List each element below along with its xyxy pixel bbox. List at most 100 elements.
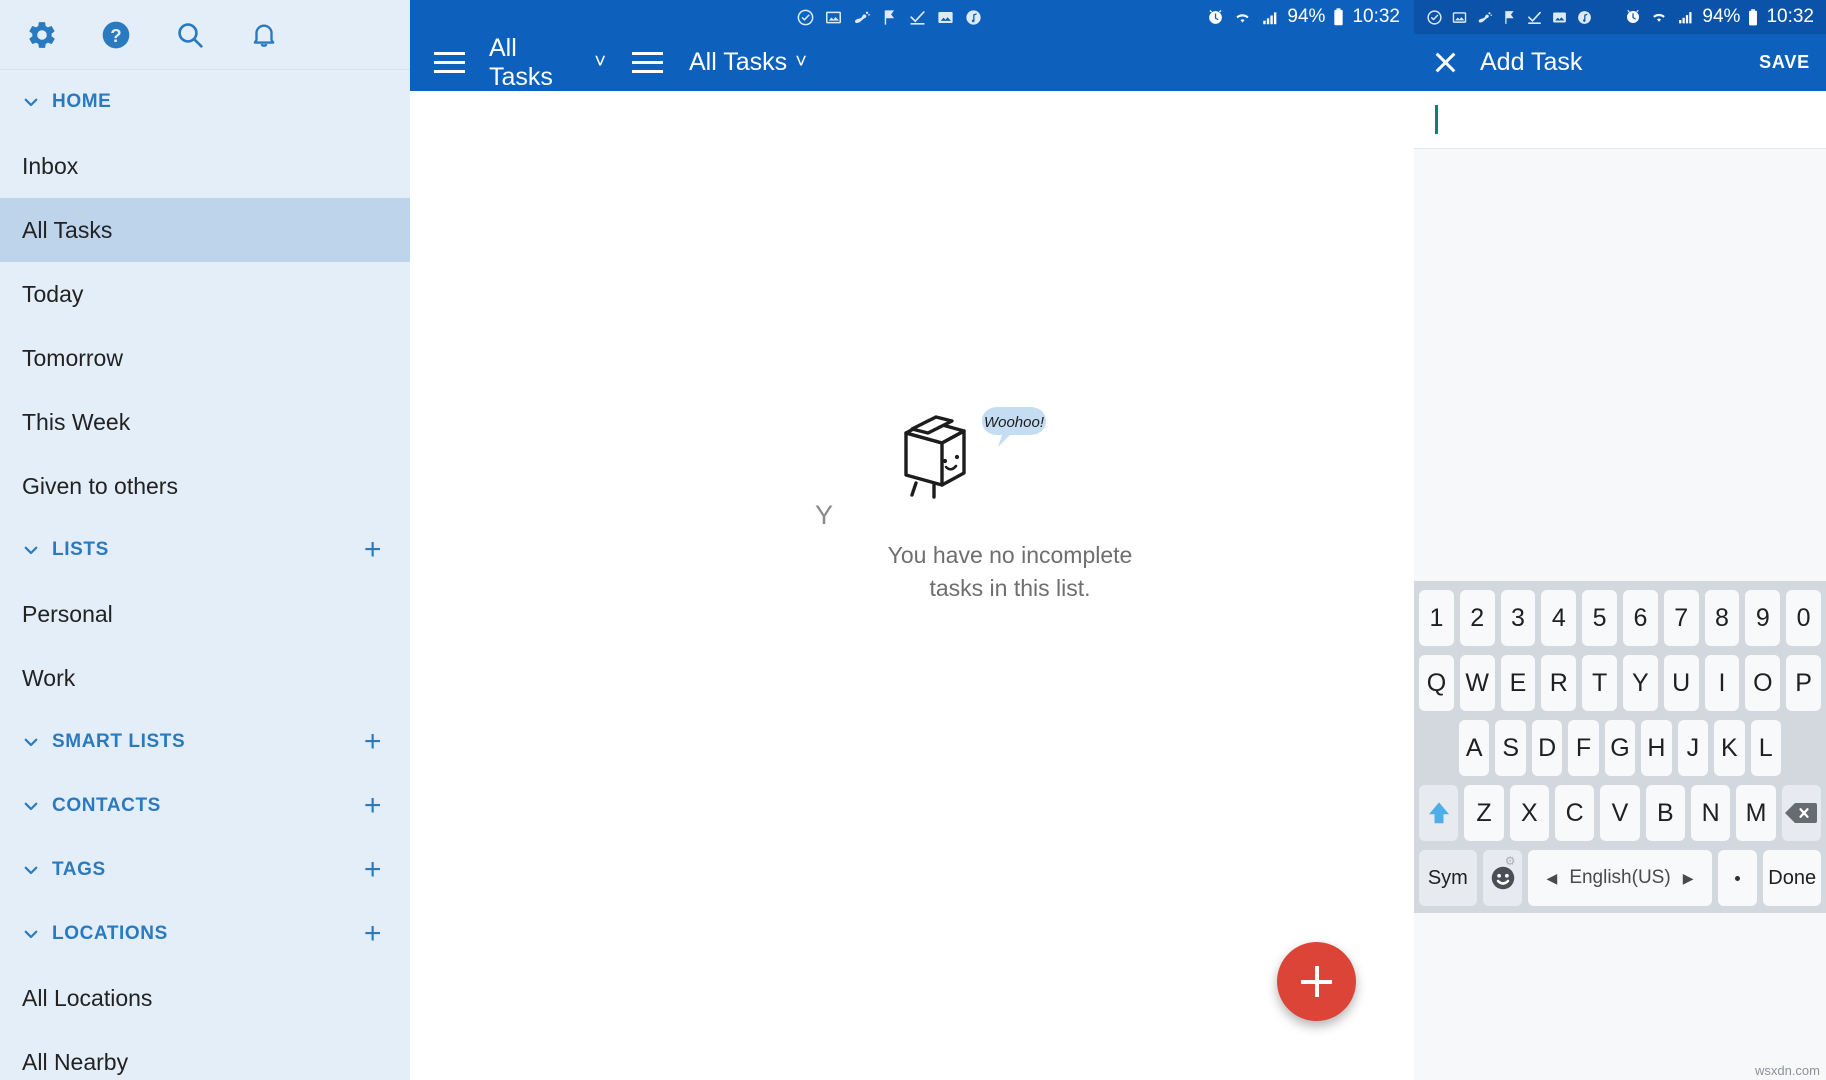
bell-icon[interactable]: [244, 15, 284, 55]
key-done[interactable]: Done: [1763, 850, 1821, 906]
help-icon[interactable]: ?: [96, 15, 136, 55]
key-f[interactable]: F: [1568, 720, 1599, 776]
save-button[interactable]: SAVE: [1759, 52, 1810, 73]
key-w[interactable]: W: [1459, 655, 1495, 711]
key-englishus[interactable]: ◀ English(US) ▶: [1528, 850, 1712, 906]
sidebar-item-label: Work: [22, 664, 76, 691]
sidebar-section-smart-lists[interactable]: SMART LISTS +: [0, 710, 410, 774]
key-sym[interactable]: Sym: [1419, 850, 1477, 906]
add-contacts-button[interactable]: +: [364, 791, 382, 821]
sidebar-item-given-to-others[interactable]: Given to others: [0, 454, 410, 518]
key-label: 9: [1755, 603, 1770, 632]
key-g[interactable]: G: [1604, 720, 1636, 776]
sidebar-item-today[interactable]: Today: [0, 262, 410, 326]
key-b[interactable]: B: [1645, 785, 1685, 841]
sidebar-item-personal[interactable]: Personal: [0, 582, 410, 646]
key-8[interactable]: 8: [1704, 590, 1740, 646]
key-p[interactable]: P: [1786, 655, 1821, 711]
key-m[interactable]: M: [1736, 785, 1776, 841]
key-4[interactable]: 4: [1541, 590, 1577, 646]
key-l[interactable]: L: [1750, 720, 1781, 776]
sidebar-item-all-tasks[interactable]: All Tasks: [0, 198, 410, 262]
chevron-down-icon: [22, 541, 40, 559]
key-q[interactable]: Q: [1419, 655, 1454, 711]
key-label: X: [1520, 798, 1538, 827]
statusbar-system-area: 94% 10:32: [1206, 6, 1400, 28]
key-label: 7: [1674, 603, 1689, 632]
chevron-down-icon: [22, 861, 40, 879]
key-y[interactable]: Y: [1623, 655, 1658, 711]
key-label: Z: [1476, 798, 1492, 827]
key-x[interactable]: X: [1509, 785, 1549, 841]
navigation-sidebar: ? HOME Inbox All Tasks Today Tomorrow This We…: [0, 0, 410, 1080]
key-label: Q: [1426, 668, 1447, 697]
add-lists-button[interactable]: +: [364, 535, 382, 565]
key-k[interactable]: K: [1714, 720, 1745, 776]
key-v[interactable]: V: [1600, 785, 1640, 841]
key-t[interactable]: T: [1582, 655, 1617, 711]
flag-check-icon: [884, 9, 895, 25]
task-name-input[interactable]: [1414, 91, 1826, 149]
sidebar-section-locations[interactable]: LOCATIONS +: [0, 902, 410, 966]
key-o[interactable]: O: [1745, 655, 1781, 711]
sidebar-item-all-nearby[interactable]: All Nearby: [0, 1030, 410, 1080]
sidebar-section-lists[interactable]: LISTS +: [0, 518, 410, 582]
key-period[interactable]: [1717, 850, 1758, 906]
search-icon[interactable]: [170, 15, 210, 55]
key-r[interactable]: R: [1541, 655, 1577, 711]
sidebar-section-contacts[interactable]: CONTACTS +: [0, 774, 410, 838]
key-e[interactable]: E: [1500, 655, 1536, 711]
add-tags-button[interactable]: +: [364, 855, 382, 885]
key-2[interactable]: 2: [1459, 590, 1495, 646]
checkmark-icon: [1528, 11, 1541, 24]
add-task-fab[interactable]: [1277, 942, 1356, 1021]
gear-icon[interactable]: [22, 15, 62, 55]
sidebar-section-label: SMART LISTS: [52, 731, 186, 752]
sidebar-item-inbox[interactable]: Inbox: [0, 134, 410, 198]
key-z[interactable]: Z: [1464, 785, 1504, 841]
key-shift-arrow[interactable]: [1419, 785, 1459, 841]
sidebar-item-all-locations[interactable]: All Locations: [0, 966, 410, 1030]
key-5[interactable]: 5: [1582, 590, 1617, 646]
next-language-arrow-icon[interactable]: ▶: [1683, 870, 1694, 887]
key-i[interactable]: I: [1704, 655, 1740, 711]
sidebar-section-label: LOCATIONS: [52, 923, 168, 944]
hamburger-menu-icon[interactable]: [434, 52, 465, 73]
key-7[interactable]: 7: [1663, 590, 1699, 646]
sidebar-section-home[interactable]: HOME: [0, 70, 410, 134]
sidebar-item-this-week[interactable]: This Week: [0, 390, 410, 454]
empty-state-line-2: tasks in this list.: [929, 574, 1091, 601]
key-1[interactable]: 1: [1419, 590, 1454, 646]
key-c[interactable]: C: [1555, 785, 1595, 841]
key-j[interactable]: J: [1677, 720, 1709, 776]
key-u[interactable]: U: [1663, 655, 1699, 711]
key-label: N: [1701, 798, 1720, 827]
key-d[interactable]: D: [1531, 720, 1563, 776]
add-smart-lists-button[interactable]: +: [364, 727, 382, 757]
keyboard-row-bottom: Sym ⚙ ◀ English(US) ▶ Done: [1419, 850, 1821, 906]
key-6[interactable]: 6: [1623, 590, 1658, 646]
key-backspace[interactable]: [1781, 785, 1821, 841]
key-emoji[interactable]: ⚙: [1482, 850, 1523, 906]
chevron-down-icon[interactable]: ˅: [594, 51, 606, 74]
hamburger-menu-icon[interactable]: [632, 52, 663, 73]
key-h[interactable]: H: [1641, 720, 1672, 776]
battery-percent: 94%: [1702, 6, 1741, 27]
add-locations-button[interactable]: +: [364, 919, 382, 949]
keyboard-row-qwerty: QWERTYUIOP: [1419, 655, 1821, 711]
statusbar-notification-icons: [1426, 9, 1593, 26]
key-n[interactable]: N: [1690, 785, 1731, 841]
sidebar-item-work[interactable]: Work: [0, 646, 410, 710]
sidebar-item-tomorrow[interactable]: Tomorrow: [0, 326, 410, 390]
key-s[interactable]: S: [1495, 720, 1526, 776]
close-x-icon[interactable]: [1430, 48, 1460, 78]
chevron-down-icon[interactable]: ˅: [795, 51, 807, 74]
key-a[interactable]: A: [1459, 720, 1490, 776]
key-label: 2: [1470, 603, 1485, 632]
key-9[interactable]: 9: [1745, 590, 1781, 646]
key-0[interactable]: 0: [1786, 590, 1821, 646]
sidebar-section-tags[interactable]: TAGS +: [0, 838, 410, 902]
key-label: 3: [1511, 603, 1525, 632]
key-3[interactable]: 3: [1500, 590, 1536, 646]
prev-language-arrow-icon[interactable]: ◀: [1547, 870, 1558, 887]
